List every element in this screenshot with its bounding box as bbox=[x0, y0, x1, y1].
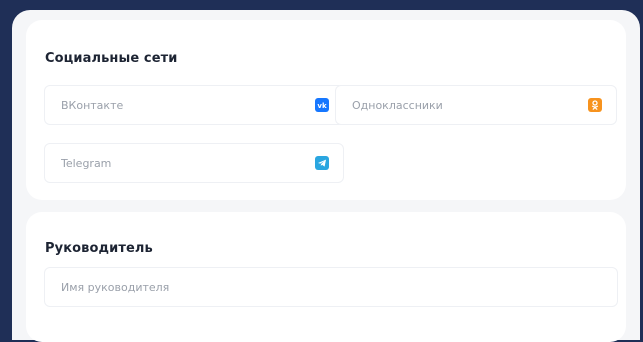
odnoklassniki-icon bbox=[588, 98, 602, 112]
odnoklassniki-input[interactable] bbox=[336, 86, 616, 124]
manager-name-field[interactable] bbox=[44, 267, 618, 307]
social-networks-title: Социальные сети bbox=[45, 51, 178, 66]
telegram-icon bbox=[315, 156, 329, 170]
odnoklassniki-field[interactable] bbox=[335, 85, 617, 125]
manager-card: Руководитель bbox=[26, 212, 626, 342]
settings-panel: Социальные сети vk bbox=[12, 10, 640, 342]
social-networks-card: Социальные сети vk bbox=[26, 20, 626, 200]
manager-title: Руководитель bbox=[45, 241, 153, 256]
telegram-field[interactable] bbox=[44, 143, 344, 183]
vk-input[interactable] bbox=[45, 86, 343, 124]
vk-icon: vk bbox=[315, 98, 329, 112]
manager-name-input[interactable] bbox=[45, 268, 617, 306]
svg-text:vk: vk bbox=[317, 102, 327, 110]
telegram-input[interactable] bbox=[45, 144, 343, 182]
vk-field[interactable]: vk bbox=[44, 85, 344, 125]
